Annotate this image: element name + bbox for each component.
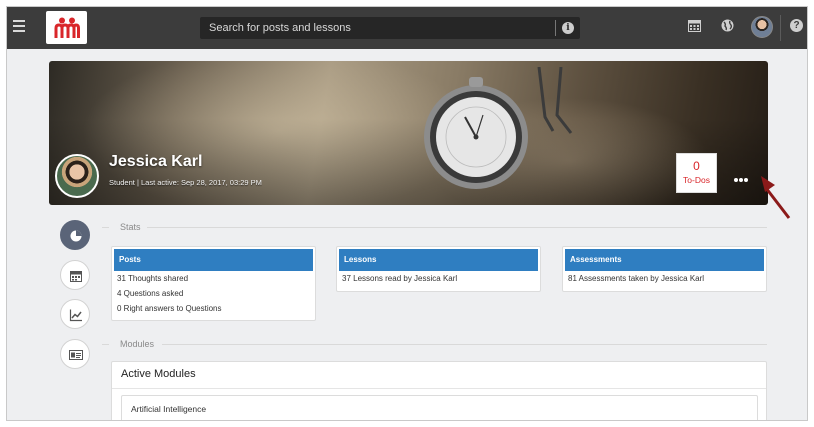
- active-modules-panel: Active Modules Artificial Intelligence: [111, 361, 767, 420]
- stats-rule: [147, 227, 767, 228]
- pocket-watch-image: [424, 67, 573, 189]
- info-icon[interactable]: i: [562, 22, 574, 34]
- profile-name: Jessica Karl: [109, 153, 203, 170]
- side-nav-progress[interactable]: [60, 299, 90, 329]
- profile-banner: Jessica Karl Student | Last active: Sep …: [49, 61, 768, 205]
- id-card-icon: [69, 350, 83, 360]
- user-avatar[interactable]: [751, 16, 773, 38]
- stats-rule-lead: [102, 227, 109, 228]
- ellipsis-icon[interactable]: [734, 169, 749, 187]
- profile-meta: Student | Last active: Sep 28, 2017, 03:…: [109, 178, 262, 187]
- side-nav-calendar[interactable]: [60, 260, 90, 290]
- annotation-arrow: [761, 176, 791, 219]
- search-input[interactable]: [200, 17, 552, 39]
- assessments-card: Assessments 81 Assessments taken by Jess…: [562, 246, 767, 292]
- modules-divider: [112, 388, 766, 389]
- lessons-card: Lessons 37 Lessons read by Jessica Karl: [336, 246, 541, 292]
- menu-icon[interactable]: [13, 20, 25, 32]
- todos-button[interactable]: 0 To-Dos: [676, 153, 717, 193]
- posts-card: Posts 31 Thoughts shared 4 Questions ask…: [111, 246, 316, 321]
- assessments-taken: 81 Assessments taken by Jessica Karl: [568, 274, 705, 283]
- globe-icon[interactable]: [721, 19, 734, 32]
- assessments-card-header: Assessments: [565, 249, 764, 271]
- app-window: i ? Jessica Karl St: [6, 6, 808, 421]
- lessons-read: 37 Lessons read by Jessica Karl: [342, 274, 458, 283]
- search-bar: i: [200, 17, 580, 39]
- help-icon[interactable]: ?: [790, 19, 803, 32]
- modules-rule-lead: [102, 344, 109, 345]
- posts-right-answers: 0 Right answers to Questions: [117, 304, 222, 313]
- stats-pie-icon: [70, 230, 82, 242]
- calendar-icon: [70, 271, 82, 282]
- todos-count: 0: [693, 159, 700, 173]
- profile-avatar: [55, 154, 99, 198]
- side-nav-stats[interactable]: [60, 220, 90, 250]
- stats-section-title: Stats: [120, 222, 141, 232]
- top-navbar: i ?: [7, 7, 807, 49]
- todos-label: To-Dos: [683, 175, 710, 185]
- search-divider: [555, 20, 556, 36]
- posts-thoughts: 31 Thoughts shared: [117, 274, 189, 283]
- logo[interactable]: [46, 11, 87, 44]
- chart-line-icon: [69, 309, 82, 322]
- topbar-divider: [780, 15, 781, 41]
- modules-section-title: Modules: [120, 339, 155, 349]
- lessons-card-header: Lessons: [339, 249, 538, 271]
- side-nav-profile-card[interactable]: [60, 339, 90, 369]
- posts-card-header: Posts: [114, 249, 313, 271]
- module-item[interactable]: Artificial Intelligence: [121, 395, 758, 420]
- posts-questions: 4 Questions asked: [117, 289, 184, 298]
- modules-rule: [162, 344, 767, 345]
- calendar-icon[interactable]: [688, 19, 701, 32]
- active-modules-title: Active Modules: [121, 368, 196, 380]
